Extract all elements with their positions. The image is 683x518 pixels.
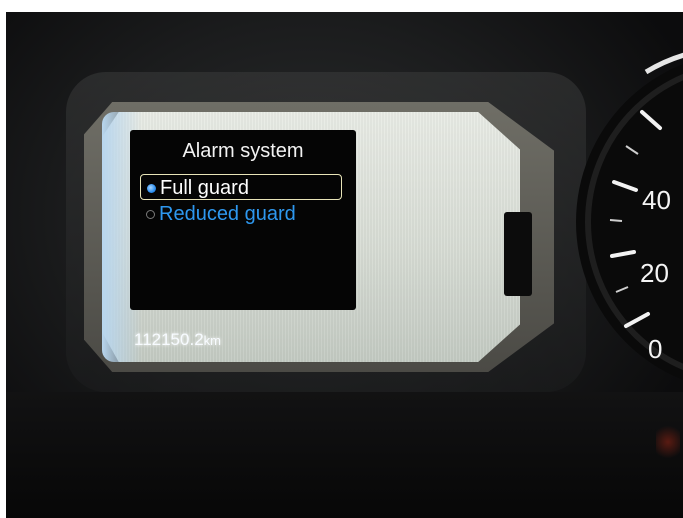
radio-unselected-icon [146,210,155,220]
menu-option-label: Reduced guard [159,203,296,225]
odometer-readout: 112150.2km [134,330,221,350]
instrument-cluster-photo: Alarm system Full guard Reduced guard 11… [6,12,683,518]
speed-tick-label: 0 [648,334,662,364]
speed-tick-label: 40 [642,185,671,215]
menu-option-full-guard[interactable]: Full guard [140,174,342,200]
menu-option-label: Full guard [160,177,249,199]
speed-tick-label: 20 [640,258,669,288]
odometer-unit: km [203,333,221,348]
lower-dashboard [6,392,683,518]
menu-title: Alarm system [182,140,304,162]
odometer-value: 112150.2 [134,330,204,349]
alarm-menu-panel: Alarm system Full guard Reduced guard [130,130,356,310]
warning-light-glow [656,422,680,462]
cluster-control-knob[interactable] [504,212,532,296]
speedometer-rim [576,64,683,380]
radio-selected-icon [147,184,156,194]
menu-option-reduced-guard[interactable]: Reduced guard [140,201,342,227]
speedometer-gauge: 40 20 0 [576,52,683,380]
